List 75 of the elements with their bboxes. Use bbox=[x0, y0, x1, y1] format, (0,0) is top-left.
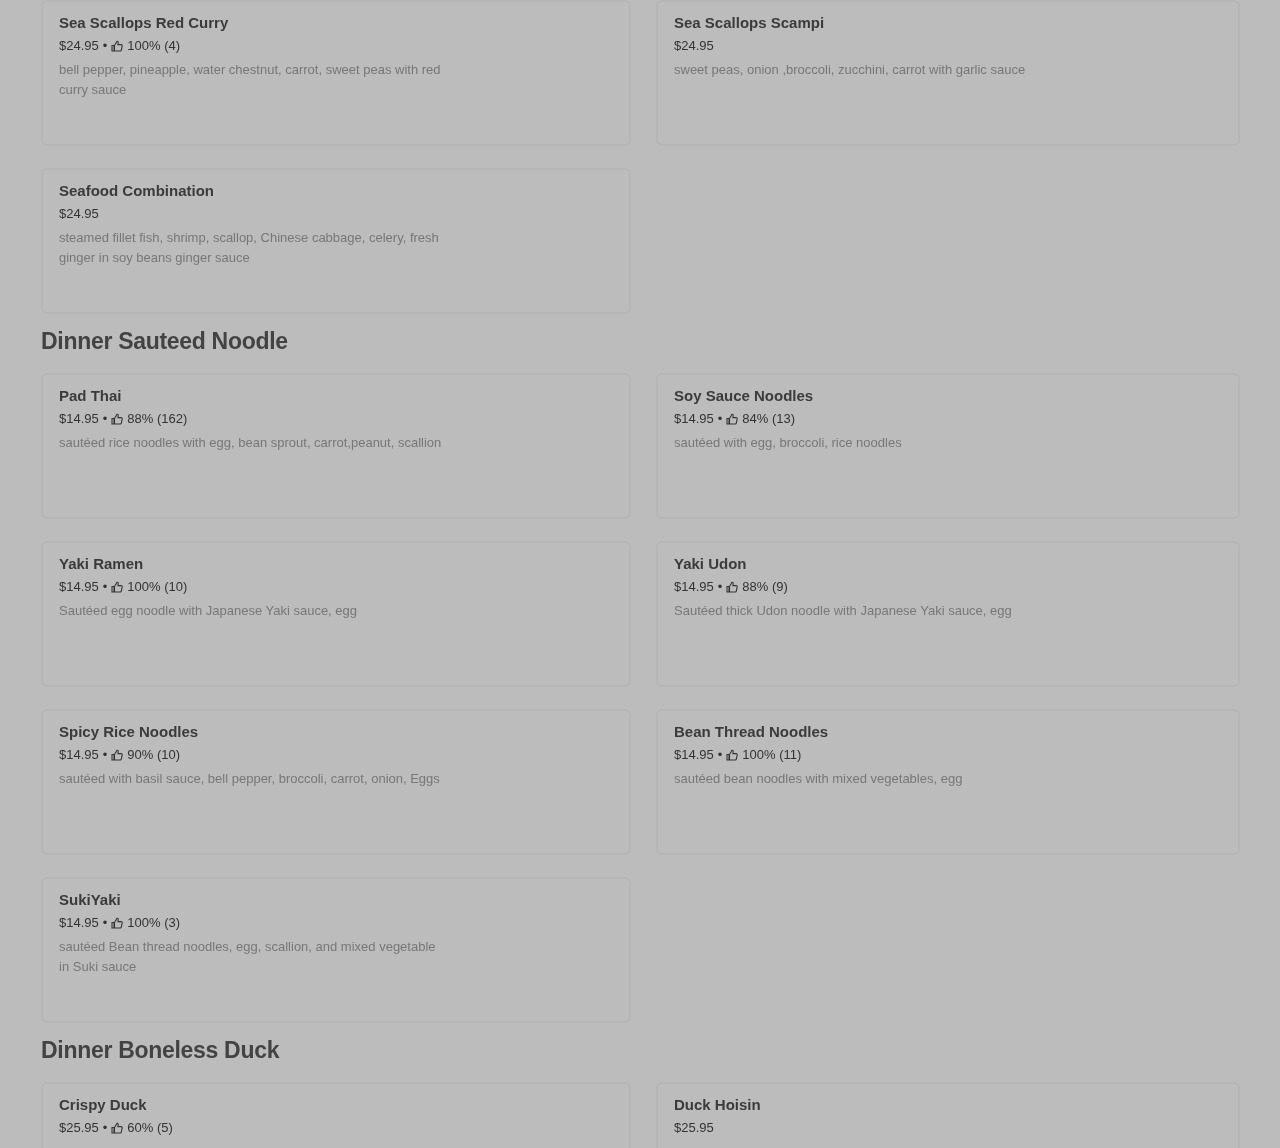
item-description: sautéed with egg, broccoli, rice noodles bbox=[674, 434, 903, 452]
menu-item-card[interactable]: Duck Hoisin $25.95 bbox=[656, 1082, 1240, 1148]
thumbs-up-icon bbox=[111, 748, 124, 761]
menu-item-card[interactable]: Crispy Duck $25.95 • 60% (5) bbox=[41, 1082, 631, 1148]
menu-item-card[interactable]: Soy Sauce Noodles $14.95 • 84% (13) sautéed with egg, broccoli, rice noodles bbox=[656, 373, 1240, 519]
item-rating: 88% (9) bbox=[742, 579, 788, 594]
item-rating: 100% (10) bbox=[127, 579, 188, 594]
thumbs-up-icon bbox=[726, 580, 739, 593]
separator-dot: • bbox=[102, 579, 108, 594]
item-description: Sautéed thick Udon noodle with Japanese Yaki sauce, egg bbox=[674, 602, 1013, 620]
item-rating: 100% (4) bbox=[127, 38, 181, 53]
item-price: $24.95 bbox=[59, 206, 99, 221]
menu-item-card[interactable]: SukiYaki $14.95 • 100% (3) sautéed Bean thread noodles, egg, scallion, and mixed vegetable in Suki sauce bbox=[41, 877, 631, 1023]
item-description: steamed fillet fish, shrimp, scallop, Chinese cabbage, celery, fresh ginger in soy beans ginger sauce bbox=[59, 229, 440, 267]
separator-dot: • bbox=[717, 411, 723, 426]
separator-dot: • bbox=[102, 411, 108, 426]
item-description: sautéed rice noodles with egg, bean sprout, carrot,peanut, scallion bbox=[59, 434, 443, 452]
item-name: SukiYaki bbox=[59, 891, 122, 908]
menu-item-card[interactable]: Pad Thai $14.95 • 88% (162) sautéed rice noodles with egg, bean sprout, carrot,peanut, scallion bbox=[41, 373, 631, 519]
section-heading: Dinner Sauteed Noodle bbox=[41, 328, 289, 355]
item-rating: 100% (11) bbox=[742, 747, 802, 762]
item-price: $14.95 bbox=[674, 747, 714, 762]
thumbs-up-icon bbox=[111, 1121, 124, 1134]
item-description: Sautéed egg noodle with Japanese Yaki sauce, egg bbox=[59, 602, 359, 620]
thumbs-up-icon bbox=[726, 412, 739, 425]
menu-item-card[interactable]: Yaki Ramen $14.95 • 100% (10) Sautéed egg noodle with Japanese Yaki sauce, egg bbox=[41, 541, 631, 687]
item-price: $25.95 bbox=[674, 1120, 714, 1135]
thumbs-up-icon bbox=[111, 412, 124, 425]
menu-item-card[interactable]: Seafood Combination $24.95 steamed fillet fish, shrimp, scallop, Chinese cabbage, celery, fresh ginger in soy beans ginger sauce bbox=[41, 168, 631, 314]
item-rating: 90% (10) bbox=[127, 747, 181, 762]
separator-dot: • bbox=[717, 747, 723, 762]
separator-dot: • bbox=[102, 38, 108, 53]
separator-dot: • bbox=[102, 747, 108, 762]
item-price: $24.95 bbox=[59, 38, 99, 53]
item-description: sautéed bean noodles with mixed vegetables, egg bbox=[674, 770, 964, 788]
menu-item-card[interactable]: Sea Scallops Red Curry $24.95 • 100% (4) bell pepper, pineapple, water chestnut, carrot, sweet peas with red curry sauce bbox=[41, 0, 631, 146]
item-price: $14.95 bbox=[59, 915, 99, 930]
item-price: $14.95 bbox=[674, 411, 714, 426]
item-name: Yaki Ramen bbox=[59, 555, 145, 572]
thumbs-up-icon bbox=[111, 580, 124, 593]
item-rating: 88% (162) bbox=[127, 411, 188, 426]
item-name: Spicy Rice Noodles bbox=[59, 723, 200, 740]
item-price: $25.95 bbox=[59, 1120, 99, 1135]
item-description: bell pepper, pineapple, water chestnut, carrot, sweet peas with red curry sauce bbox=[59, 61, 442, 99]
item-description: sautéed with basil sauce, bell pepper, broccoli, carrot, onion, Eggs bbox=[59, 770, 441, 788]
item-description: sautéed Bean thread noodles, egg, scallion, and mixed vegetable in Suki sauce bbox=[59, 938, 437, 976]
thumbs-up-icon bbox=[726, 748, 739, 761]
item-rating: 84% (13) bbox=[742, 411, 796, 426]
item-price: $14.95 bbox=[59, 411, 99, 426]
item-name: Duck Hoisin bbox=[674, 1096, 762, 1113]
item-name: Pad Thai bbox=[59, 387, 123, 404]
separator-dot: • bbox=[717, 579, 723, 594]
item-name: Bean Thread Noodles bbox=[674, 723, 830, 740]
menu-item-card[interactable]: Spicy Rice Noodles $14.95 • 90% (10) sautéed with basil sauce, bell pepper, broccoli, carrot, onion, Eggs bbox=[41, 709, 631, 855]
thumbs-up-icon bbox=[111, 916, 124, 929]
separator-dot: • bbox=[102, 915, 108, 930]
item-name: Yaki Udon bbox=[674, 555, 748, 572]
menu-item-card[interactable]: Bean Thread Noodles $14.95 • 100% (11) sautéed bean noodles with mixed vegetables, egg bbox=[656, 709, 1240, 855]
item-name: Crispy Duck bbox=[59, 1096, 148, 1113]
item-price: $14.95 bbox=[59, 747, 99, 762]
section-heading: Dinner Boneless Duck bbox=[41, 1037, 281, 1064]
separator-dot: • bbox=[102, 1120, 108, 1135]
item-price: $14.95 bbox=[674, 579, 714, 594]
item-name: Sea Scallops Scampi bbox=[674, 14, 826, 31]
thumbs-up-icon bbox=[111, 39, 124, 52]
item-rating: 100% (3) bbox=[127, 915, 181, 930]
item-price: $14.95 bbox=[59, 579, 99, 594]
item-name: Soy Sauce Noodles bbox=[674, 387, 815, 404]
item-price: $24.95 bbox=[674, 38, 714, 53]
item-name: Sea Scallops Red Curry bbox=[59, 14, 230, 31]
item-rating: 60% (5) bbox=[127, 1120, 173, 1135]
item-name: Seafood Combination bbox=[59, 182, 215, 199]
menu-item-card[interactable]: Sea Scallops Scampi $24.95 sweet peas, onion ,broccoli, zucchini, carrot with garlic sauce bbox=[656, 0, 1240, 146]
menu-item-card[interactable]: Yaki Udon $14.95 • 88% (9) Sautéed thick Udon noodle with Japanese Yaki sauce, egg bbox=[656, 541, 1240, 687]
item-description: sweet peas, onion ,broccoli, zucchini, carrot with garlic sauce bbox=[674, 61, 1027, 79]
